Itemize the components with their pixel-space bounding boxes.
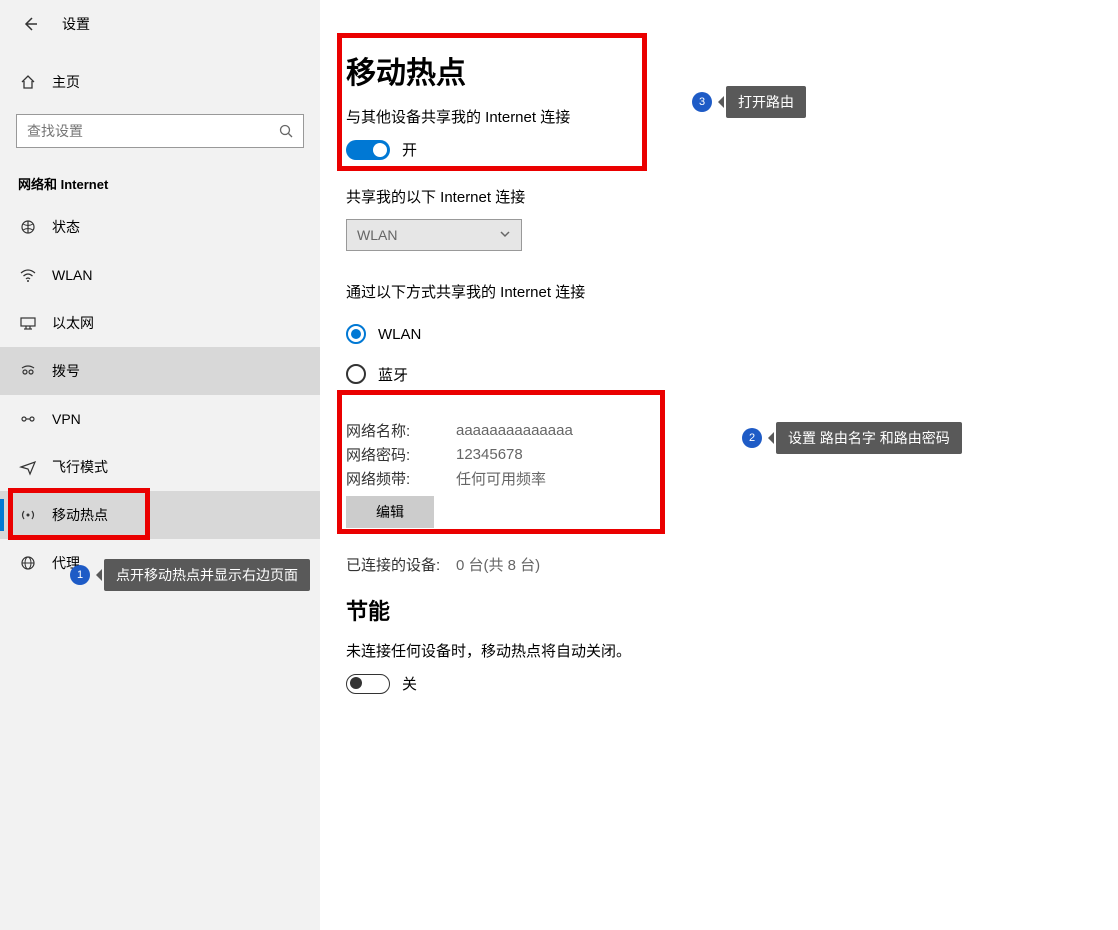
share-toggle[interactable] bbox=[346, 140, 390, 160]
nav-dialup-label: 拨号 bbox=[52, 361, 80, 381]
share-toggle-text: 开 bbox=[402, 139, 417, 160]
radio-wlan-input[interactable] bbox=[346, 324, 366, 344]
radio-bt-label: 蓝牙 bbox=[378, 364, 408, 385]
search-icon bbox=[277, 122, 295, 140]
radio-wlan-label: WLAN bbox=[378, 326, 421, 343]
share-from-dropdown[interactable]: WLAN bbox=[346, 219, 522, 251]
share-from-label: 共享我的以下 Internet 连接 bbox=[346, 186, 1118, 207]
vpn-icon bbox=[18, 410, 38, 428]
airplane-icon bbox=[18, 458, 38, 476]
network-band-value: 任何可用频率 bbox=[456, 468, 546, 489]
callout-3: 3 打开路由 bbox=[692, 86, 806, 118]
edit-button[interactable]: 编辑 bbox=[346, 496, 434, 528]
search-box[interactable] bbox=[16, 114, 304, 148]
radio-bluetooth[interactable]: 蓝牙 bbox=[346, 354, 1118, 394]
callout-2-tip: 设置 路由名字 和路由密码 bbox=[776, 422, 962, 454]
connected-key: 已连接的设备: bbox=[346, 554, 456, 575]
ethernet-icon bbox=[18, 314, 38, 332]
back-button[interactable] bbox=[18, 12, 42, 36]
power-toggle-row: 关 bbox=[346, 673, 1118, 694]
callout-2-badge: 2 bbox=[742, 428, 762, 448]
power-saving-desc: 未连接任何设备时，移动热点将自动关闭。 bbox=[346, 640, 1118, 661]
status-icon bbox=[18, 218, 38, 236]
main-content: 移动热点 与其他设备共享我的 Internet 连接 开 共享我的以下 Inte… bbox=[346, 48, 1118, 720]
callout-1-tip: 点开移动热点并显示右边页面 bbox=[104, 559, 310, 591]
nav-dialup[interactable]: 拨号 bbox=[0, 347, 320, 395]
home-label: 主页 bbox=[52, 72, 80, 92]
share-via-label: 通过以下方式共享我的 Internet 连接 bbox=[346, 281, 1118, 302]
nav-status-label: 状态 bbox=[52, 217, 80, 237]
network-name-row: 网络名称: aaaaaaaaaaaaaa bbox=[346, 418, 1118, 442]
share-from-value: WLAN bbox=[357, 227, 397, 243]
dialup-icon bbox=[18, 362, 38, 380]
nav-ethernet[interactable]: 以太网 bbox=[0, 299, 320, 347]
callout-3-badge: 3 bbox=[692, 92, 712, 112]
home-link[interactable]: 主页 bbox=[0, 58, 320, 106]
hotspot-icon bbox=[18, 506, 38, 524]
network-band-key: 网络频带: bbox=[346, 468, 456, 489]
network-password-row: 网络密码: 12345678 bbox=[346, 442, 1118, 466]
radio-bt-input[interactable] bbox=[346, 364, 366, 384]
callout-3-tip: 打开路由 bbox=[726, 86, 806, 118]
network-password-value: 12345678 bbox=[456, 446, 523, 463]
nav-hotspot[interactable]: 移动热点 bbox=[0, 491, 320, 539]
network-password-key: 网络密码: bbox=[346, 444, 456, 465]
network-name-value: aaaaaaaaaaaaaa bbox=[456, 422, 573, 439]
network-name-key: 网络名称: bbox=[346, 420, 456, 441]
nav-group-label: 网络和 Internet bbox=[18, 174, 320, 193]
power-toggle[interactable] bbox=[346, 674, 390, 694]
nav-wlan[interactable]: WLAN bbox=[0, 251, 320, 299]
share-toggle-row: 开 bbox=[346, 139, 1118, 160]
callout-2: 2 设置 路由名字 和路由密码 bbox=[742, 422, 962, 454]
nav-vpn[interactable]: VPN bbox=[0, 395, 320, 443]
power-toggle-text: 关 bbox=[402, 673, 417, 694]
connected-devices-row: 已连接的设备: 0 台(共 8 台) bbox=[346, 552, 1118, 576]
sidebar: 设置 主页 网络和 Internet 状态 WLAN 以太网 拨号 VPN 飞行… bbox=[0, 0, 320, 930]
wifi-icon bbox=[18, 266, 38, 284]
radio-wlan[interactable]: WLAN bbox=[346, 314, 1118, 354]
chevron-down-icon bbox=[499, 227, 511, 243]
connected-value: 0 台(共 8 台) bbox=[456, 554, 540, 575]
network-band-row: 网络频带: 任何可用频率 bbox=[346, 466, 1118, 490]
home-icon bbox=[18, 74, 38, 90]
sidebar-header: 设置 bbox=[0, 0, 320, 48]
callout-1: 1 点开移动热点并显示右边页面 bbox=[70, 559, 310, 591]
nav-ethernet-label: 以太网 bbox=[52, 313, 94, 333]
settings-title: 设置 bbox=[62, 14, 90, 34]
nav-wlan-label: WLAN bbox=[52, 267, 92, 283]
nav-airplane[interactable]: 飞行模式 bbox=[0, 443, 320, 491]
nav-airplane-label: 飞行模式 bbox=[52, 457, 108, 477]
nav-hotspot-label: 移动热点 bbox=[52, 505, 108, 525]
search-input[interactable] bbox=[27, 123, 277, 139]
nav-status[interactable]: 状态 bbox=[0, 203, 320, 251]
callout-1-badge: 1 bbox=[70, 565, 90, 585]
nav-vpn-label: VPN bbox=[52, 411, 81, 427]
power-saving-title: 节能 bbox=[346, 594, 1118, 626]
proxy-icon bbox=[18, 554, 38, 572]
